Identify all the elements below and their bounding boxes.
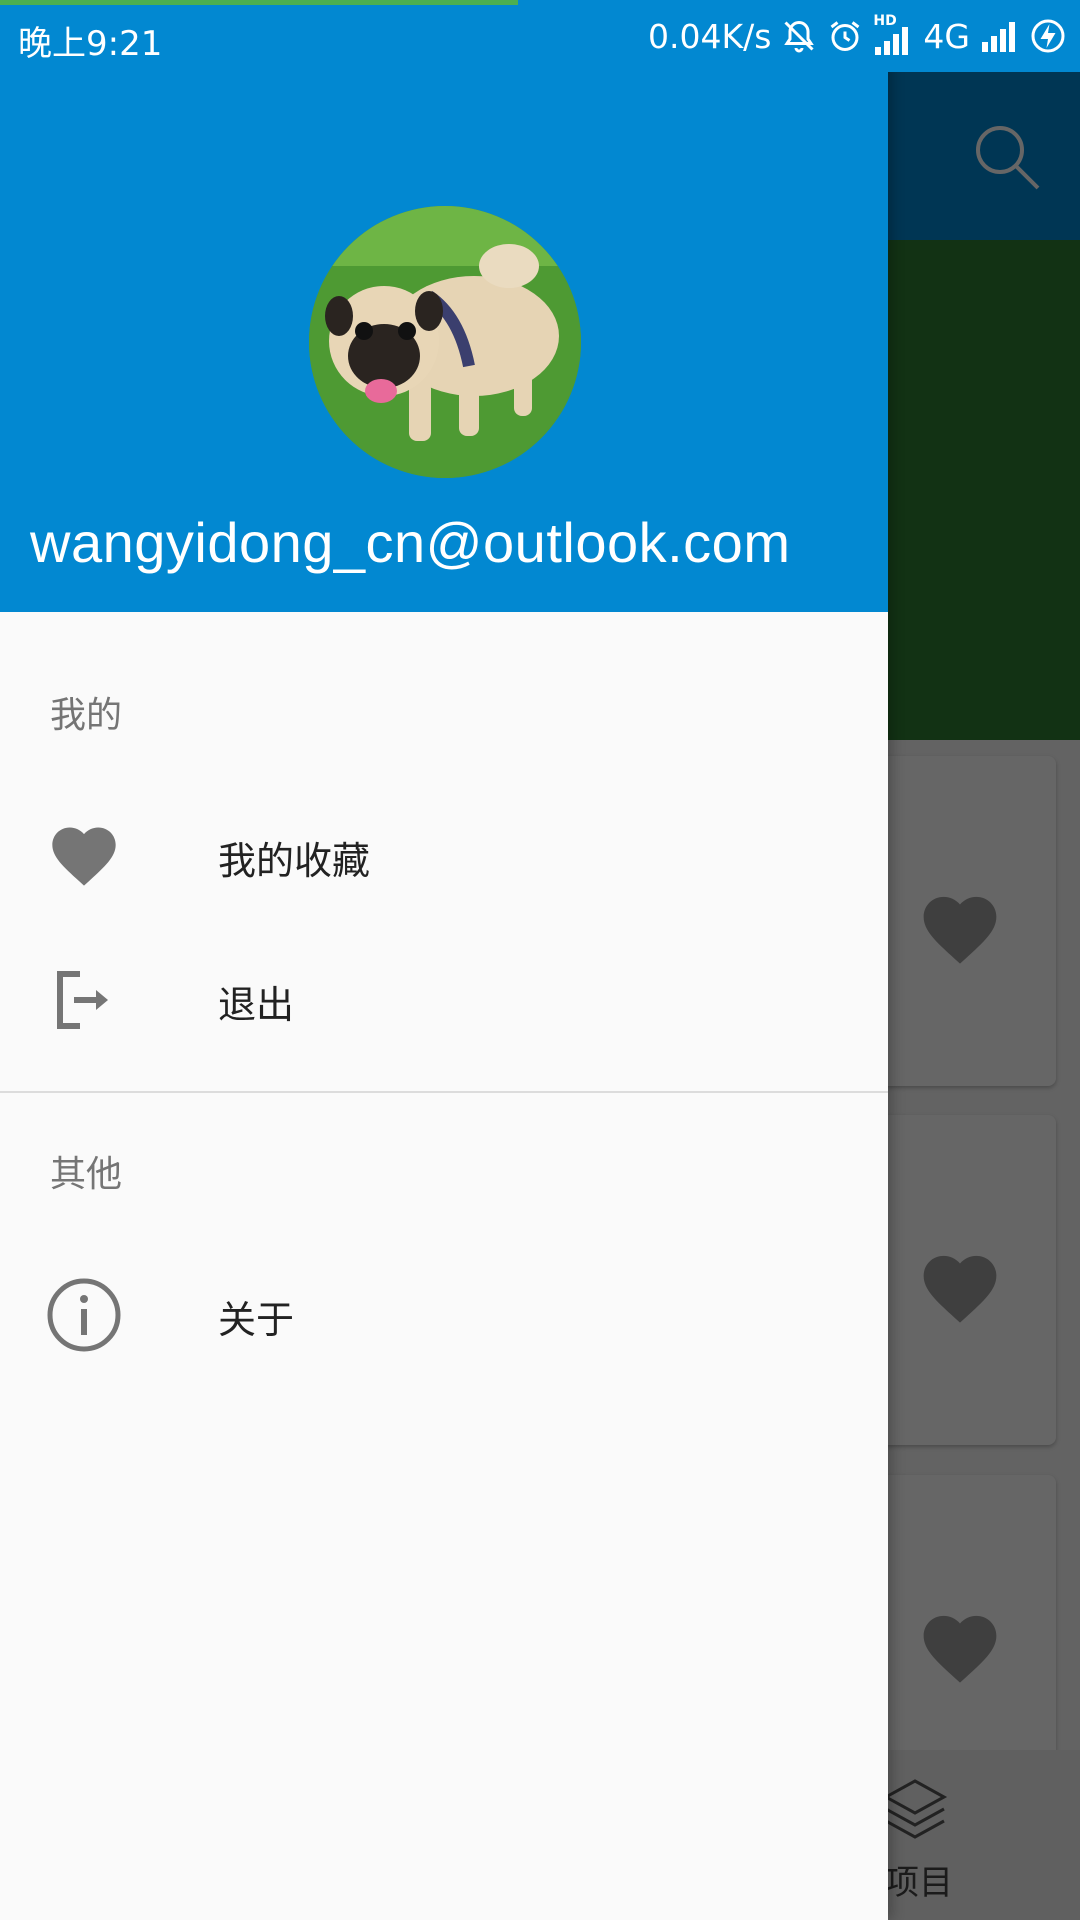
user-email: wangyidong_cn@outlook.com: [30, 511, 791, 574]
status-time: 晚上9:21: [18, 24, 163, 64]
divider: [0, 1091, 888, 1093]
network-speed: 0.04K/s: [647, 16, 772, 56]
menu-item-label: 退出: [218, 983, 295, 1027]
drawer-header: wangyidong_cn@outlook.com: [0, 0, 888, 612]
navigation-drawer: wangyidong_cn@outlook.com 我的 我的收藏 退出 其他 …: [0, 0, 888, 1920]
page-load-progress: [0, 0, 519, 5]
network-type: 4G: [923, 16, 970, 56]
menu-item-label: 关于: [218, 1298, 295, 1342]
heart-icon: [52, 827, 116, 886]
menu-item-favorites[interactable]: 我的收藏: [0, 788, 888, 918]
menu-item-logout[interactable]: 退出: [0, 932, 888, 1062]
status-icons: 0.04K/s HD 4G: [647, 13, 1066, 58]
section-title-mine: 我的: [50, 695, 123, 736]
pug-photo: [309, 206, 581, 478]
logout-icon: [57, 971, 108, 1029]
menu-item-label: 我的收藏: [218, 839, 371, 883]
battery-charging-icon: [1031, 19, 1065, 53]
avatar[interactable]: [309, 206, 581, 478]
section-title-other: 其他: [50, 1154, 123, 1195]
hd-signal-icon: HD: [873, 13, 913, 55]
mute-bell-icon: [784, 20, 815, 53]
status-bar: 晚上9:21 0.04K/s HD 4G: [0, 0, 1080, 72]
signal-icon: [982, 22, 1015, 52]
menu-item-about[interactable]: 关于: [0, 1247, 888, 1377]
alarm-icon: [831, 21, 860, 51]
info-icon: [47, 1278, 121, 1352]
